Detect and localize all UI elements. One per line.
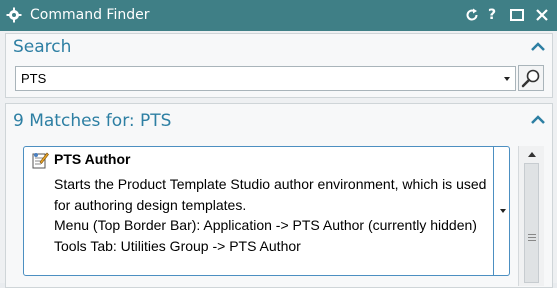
maximize-icon[interactable]: [509, 7, 525, 23]
result-divider: [493, 147, 494, 275]
gear-icon[interactable]: [6, 6, 22, 24]
search-section: Search PTS: [5, 33, 553, 98]
result-menu-path: Menu (Top Border Bar): Application -> PT…: [54, 217, 477, 234]
result-item[interactable]: PTS Author Starts the Product Template S…: [23, 146, 510, 276]
title-bar: Command Finder ?: [0, 0, 557, 31]
search-input[interactable]: PTS: [21, 71, 46, 86]
command-finder-window: Command Finder ? Search PTS 9 Matches fo…: [0, 0, 557, 288]
result-tab-path: Tools Tab: Utilities Group -> PTS Author: [54, 238, 301, 255]
result-title: PTS Author: [54, 151, 131, 167]
grip-line: [528, 234, 536, 235]
dropdown-arrow-icon[interactable]: [504, 77, 510, 81]
result-menu-arrow-icon[interactable]: [500, 209, 506, 213]
result-details: Starts the Product Template Studio autho…: [54, 174, 494, 257]
refresh-icon[interactable]: [464, 7, 480, 23]
scroll-up-arrow-icon[interactable]: [528, 152, 536, 157]
search-combobox[interactable]: PTS: [15, 66, 516, 91]
help-icon[interactable]: ?: [484, 7, 500, 23]
matches-heading: 9 Matches for: PTS: [13, 111, 172, 131]
grip-line: [528, 240, 536, 241]
collapse-chevron-icon[interactable]: [531, 115, 545, 125]
grip-line: [528, 237, 536, 238]
command-icon: [32, 152, 49, 169]
close-icon[interactable]: [534, 7, 550, 23]
window-title: Command Finder: [30, 7, 150, 23]
scroll-thumb[interactable]: [524, 163, 539, 283]
results-scrollbar[interactable]: [518, 146, 544, 286]
result-description: Starts the Product Template Studio autho…: [54, 176, 487, 213]
find-button[interactable]: [518, 65, 544, 91]
search-heading: Search: [13, 37, 72, 57]
collapse-chevron-icon[interactable]: [531, 42, 545, 52]
find-magnifier-icon: [521, 69, 540, 88]
matches-section: 9 Matches for: PTS PTS Author Starts the…: [5, 103, 553, 288]
